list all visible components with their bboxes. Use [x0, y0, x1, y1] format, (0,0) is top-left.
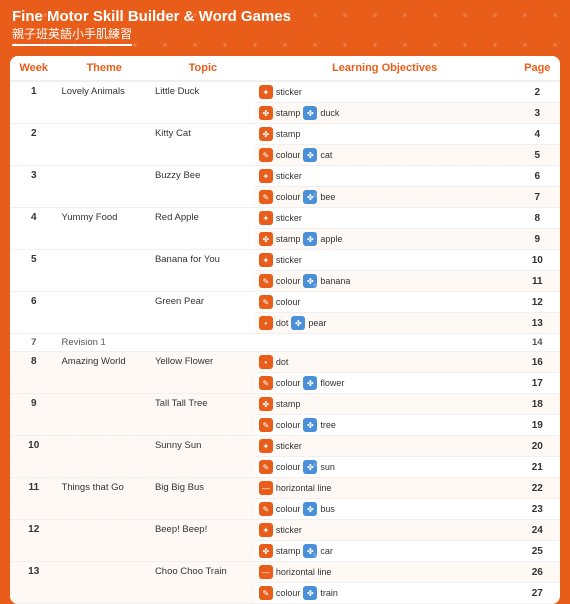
colour-icon: ✎ — [259, 586, 273, 600]
page-cell: 27 — [515, 583, 560, 604]
stamp-icon: ✤ — [303, 586, 317, 600]
obj-word: train — [320, 588, 338, 598]
obj-label: colour — [276, 588, 301, 598]
obj-cell: ✎colour✤train — [255, 583, 515, 604]
